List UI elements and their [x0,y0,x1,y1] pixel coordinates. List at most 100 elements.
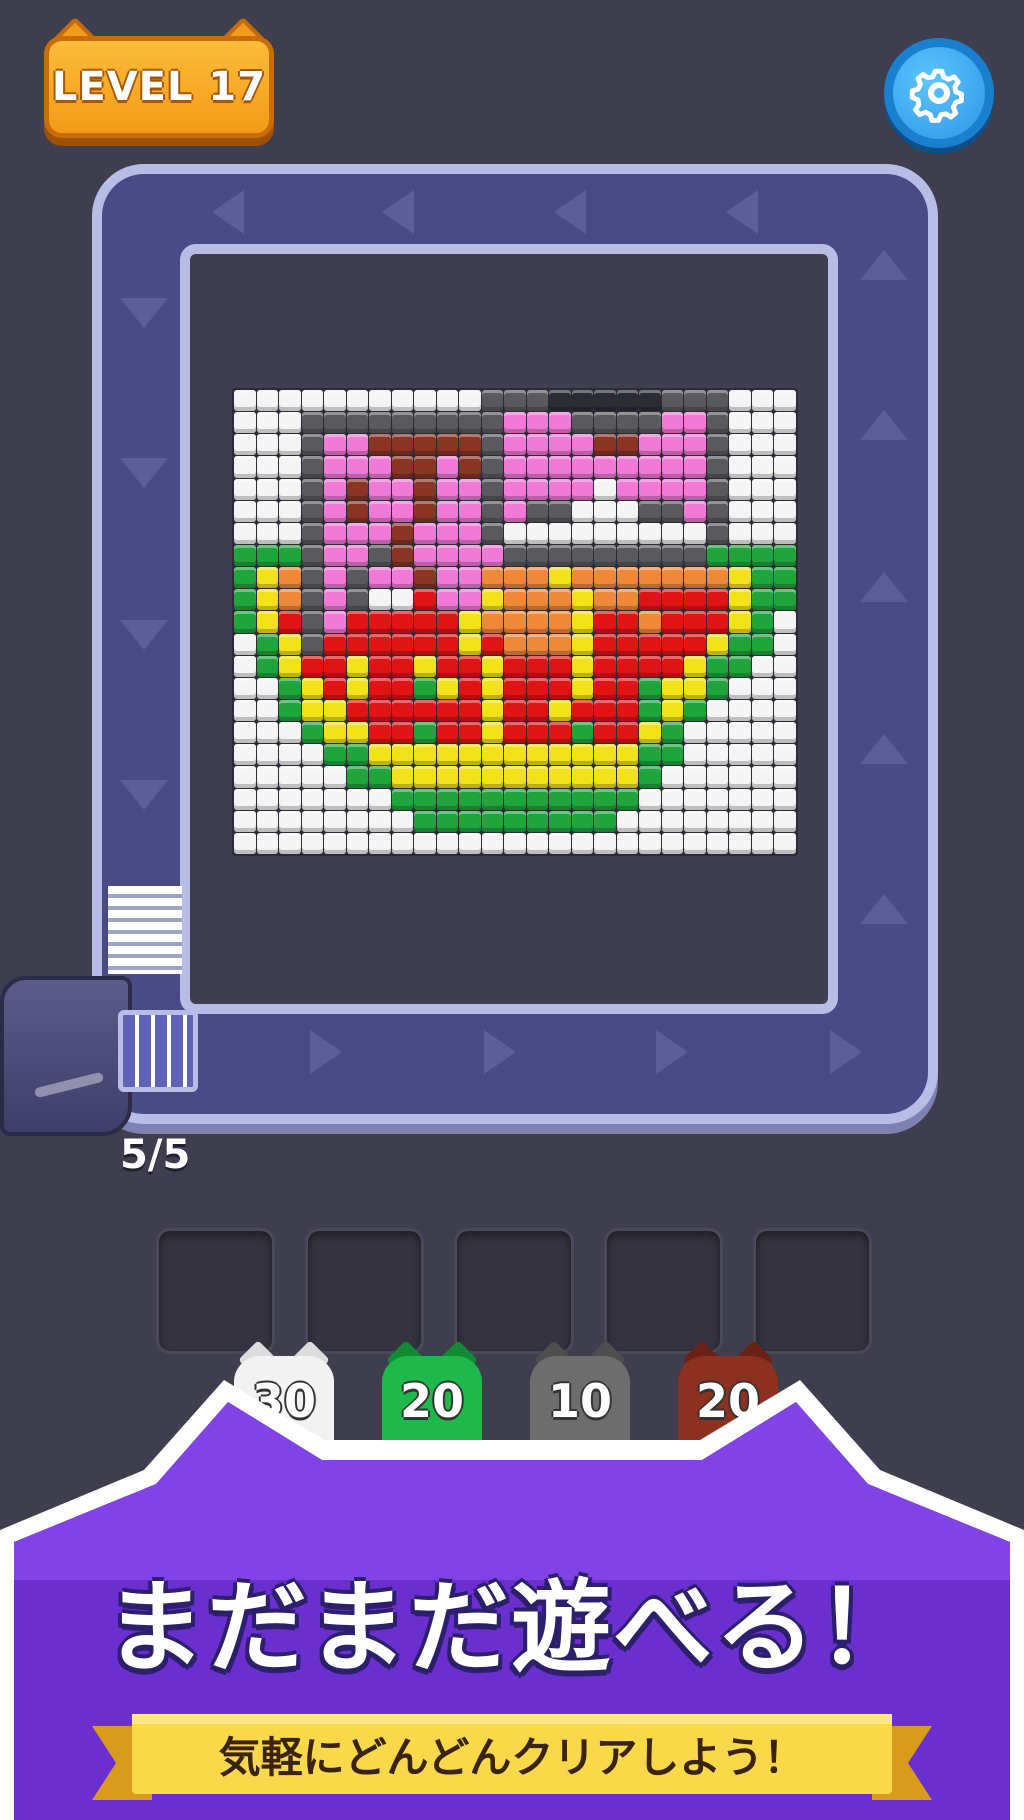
pixel-cell [684,744,706,766]
pixel-cell [594,589,616,611]
pixel-cell [526,699,549,722]
pixel-cell [504,390,526,412]
pixel-cell [549,722,571,744]
pixel-cell [571,544,594,567]
pixel-cell [279,788,301,810]
pixel-cell [459,589,481,611]
pixel-cell [324,611,346,633]
pixel-cell [414,412,436,434]
pixel-cell [459,390,481,412]
settings-button[interactable] [884,38,994,148]
pixel-cell [684,832,706,854]
track-arrow-left-icon [212,190,244,234]
pixel-cell [661,677,684,699]
pixel-cell [436,611,459,633]
pixel-cell [549,766,571,788]
pixel-cell [301,434,324,456]
pixel-cell [391,434,414,456]
pixel-cell [774,655,796,677]
pixel-cell [436,390,459,412]
empty-slot[interactable] [156,1228,276,1354]
pixel-cell [346,611,369,633]
pixel-cell [661,788,684,810]
empty-slot[interactable] [454,1228,574,1354]
pixel-cell [369,544,391,567]
pixel-cell [346,567,369,589]
pixel-cell [301,655,324,677]
pixel-cell [279,766,301,788]
pixel-cell [706,699,729,722]
pixel-cell [324,699,346,722]
pixel-cell [594,677,616,699]
track-arrow-down-icon [120,298,168,328]
pixel-cell [706,434,729,456]
pixel-cell [504,412,526,434]
pixel-cell [459,456,481,478]
pixel-cell [234,832,256,854]
pixel-cell [324,655,346,677]
pixel-cell [346,589,369,611]
launcher-machine[interactable] [0,976,132,1136]
pixel-cell [684,766,706,788]
pixel-cell [391,766,414,788]
pixel-cell [369,677,391,699]
pixel-cell [279,567,301,589]
pixel-cell [301,567,324,589]
pixel-cell [526,611,549,633]
pixel-cell [234,677,256,699]
pixel-cell [616,633,639,655]
empty-slot[interactable] [305,1228,425,1354]
pixel-cell [616,832,639,854]
pixel-cell [549,478,571,500]
pixel-cell [774,456,796,478]
pixel-cell [684,478,706,500]
pixel-cell [504,522,526,544]
pixel-cell [414,655,436,677]
pixel-cell [369,500,391,522]
pixel-cell [526,832,549,854]
pixel-cell [481,832,504,854]
pixel-cell [234,544,256,567]
pixel-cell [661,589,684,611]
pixel-cell [504,478,526,500]
pixel-cell [391,633,414,655]
pixel-cell [616,655,639,677]
pixel-cell [301,500,324,522]
pixel-cell [751,589,774,611]
pixel-cell [774,544,796,567]
pixel-cell [346,478,369,500]
pixel-cell [436,655,459,677]
pixel-cell [279,500,301,522]
pixel-cell [324,722,346,744]
pixel-cell [549,810,571,832]
pixel-cell [459,633,481,655]
pixel-cell [774,699,796,722]
pixel-cell [616,456,639,478]
empty-slot[interactable] [603,1228,723,1354]
pixel-cell [369,478,391,500]
pixel-cell [234,766,256,788]
pixel-cell [504,722,526,744]
pixel-cell [706,567,729,589]
pixel-cell [616,699,639,722]
empty-slot[interactable] [752,1228,873,1354]
pixel-cell [661,390,684,412]
pixel-cell [504,567,526,589]
pixel-cell [729,412,751,434]
pixel-cell [526,722,549,744]
pixel-cell [706,722,729,744]
pixel-cell [391,589,414,611]
pixel-cell [639,722,661,744]
pixel-cell [571,810,594,832]
pixel-cell [594,390,616,412]
pixel-cell [324,788,346,810]
pixel-cell [751,500,774,522]
pixel-cell [639,611,661,633]
pixel-cell [459,478,481,500]
launcher-coil [118,1010,198,1092]
pixel-cell [481,434,504,456]
pixel-cell [684,788,706,810]
slot-bar [156,1228,873,1354]
pixel-cell [346,788,369,810]
pixel-cell [414,699,436,722]
